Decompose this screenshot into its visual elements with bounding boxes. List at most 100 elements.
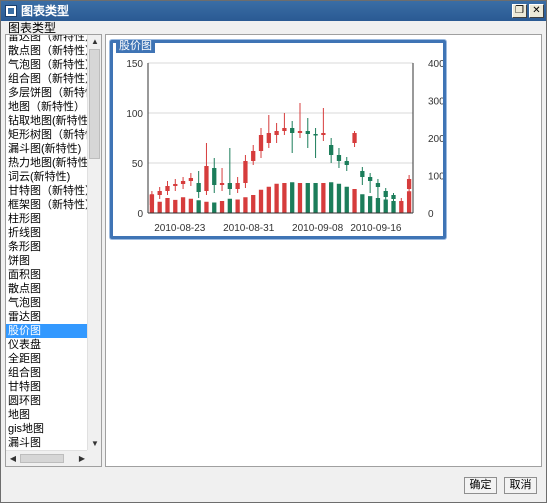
chart-type-item[interactable]: 圆环图 xyxy=(6,394,88,408)
volume-bar xyxy=(165,198,170,213)
candle-body xyxy=(196,183,201,192)
chart-type-item[interactable]: 折线图 xyxy=(6,226,88,240)
app-icon xyxy=(5,5,17,17)
chart-type-item[interactable]: 组合图（新特性） xyxy=(6,72,88,86)
volume-bar xyxy=(243,197,248,213)
chart-type-item[interactable]: 气泡图 xyxy=(6,296,88,310)
volume-bar xyxy=(180,197,186,213)
chart-type-item[interactable]: 全距图 xyxy=(6,352,88,366)
x-tick-label: 2010-08-23 xyxy=(154,223,206,234)
candle-body xyxy=(399,201,404,203)
chart-type-item[interactable]: 矩形树图（新特性） xyxy=(6,128,88,142)
chart-preview-panel: 0 50 100 150 0 100 200 300 400 2010-08-23 2010-08-… xyxy=(105,34,542,467)
chart-type-item[interactable]: 漏斗图(新特性) xyxy=(6,142,88,156)
candle-body xyxy=(274,131,279,135)
chart-type-dialog: 图表类型 ❐ ✕ 图表类型 雷达图（新特性） 散点图（新特性） 气泡图（新特性） 组合… xyxy=(0,0,547,503)
horizontal-scrollbar[interactable]: ◀ ▶ xyxy=(6,450,89,466)
chart-type-item[interactable]: gis地图 xyxy=(6,422,88,436)
chart-type-item[interactable]: 散点图 xyxy=(6,282,88,296)
chart-preview-item[interactable]: 0 50 100 150 0 100 200 300 400 2010-08-23 2010-08-… xyxy=(110,40,446,239)
candle-body xyxy=(266,133,271,143)
y-left-tick-label: 0 xyxy=(137,209,143,220)
candle-body xyxy=(336,155,342,161)
volume-bar xyxy=(344,186,349,213)
chart-type-item[interactable]: 甘特图（新特性） xyxy=(6,184,88,198)
volume-bar xyxy=(360,194,365,213)
scroll-left-icon[interactable]: ◀ xyxy=(6,451,20,466)
chart-type-item[interactable]: 组合图 xyxy=(6,366,88,380)
candle-body xyxy=(375,183,381,187)
chart-type-item[interactable]: 钻取地图(新特性) xyxy=(6,114,88,128)
candle-body xyxy=(212,168,217,185)
volume-bar xyxy=(383,199,388,213)
scroll-down-icon[interactable]: ▼ xyxy=(88,437,101,451)
chart-type-item[interactable]: 热力地图(新特性) xyxy=(6,156,88,170)
volume-bar xyxy=(290,182,295,213)
ok-button[interactable]: 确定 xyxy=(464,477,497,494)
candle-body xyxy=(173,184,178,186)
candle-body xyxy=(243,161,248,183)
volume-bar xyxy=(313,183,318,213)
y-right-tick-label: 200 xyxy=(428,134,443,145)
volume-bar xyxy=(274,183,279,213)
close-button[interactable]: ✕ xyxy=(529,4,544,18)
chart-type-item[interactable]: 散点图（新特性） xyxy=(6,44,88,58)
y-left-tick-label: 100 xyxy=(126,109,143,120)
volume-bar xyxy=(375,198,381,213)
chart-type-item[interactable]: 条形图 xyxy=(6,240,88,254)
scroll-corner xyxy=(87,450,101,466)
chart-type-item[interactable]: 地图 xyxy=(6,408,88,422)
candle-body xyxy=(344,161,349,165)
candle-body xyxy=(227,183,232,189)
chart-type-item[interactable]: 股价图 xyxy=(6,324,88,338)
chart-type-item[interactable]: 气泡图（新特性） xyxy=(6,58,88,72)
chart-type-item[interactable]: 雷达图 xyxy=(6,310,88,324)
volume-bar xyxy=(157,201,162,213)
candle-body xyxy=(321,133,326,135)
chart-type-item[interactable]: 柱形图 xyxy=(6,212,88,226)
candle-body xyxy=(290,128,295,133)
volume-bar xyxy=(352,189,357,213)
scroll-up-icon[interactable]: ▲ xyxy=(88,35,101,49)
chart-type-item[interactable]: 雷达图（新特性） xyxy=(6,35,88,44)
volume-bar xyxy=(235,199,240,213)
x-tick-label: 2010-09-16 xyxy=(350,223,402,234)
title-bar: 图表类型 ❐ ✕ xyxy=(1,1,546,21)
stock-chart: 0 50 100 150 0 100 200 300 400 2010-08-23 2010-08-… xyxy=(126,59,443,234)
candle-body xyxy=(180,181,186,184)
y-right-tick-label: 0 xyxy=(428,209,434,220)
candle-body xyxy=(297,131,303,133)
candle-body xyxy=(313,134,318,136)
chart-type-item[interactable]: 饼图 xyxy=(6,254,88,268)
chart-type-item[interactable]: 甘特图 xyxy=(6,380,88,394)
chart-type-item[interactable]: 面积图 xyxy=(6,268,88,282)
candle-body xyxy=(149,195,155,205)
chart-type-item[interactable]: 仪表盘 xyxy=(6,338,88,352)
volume-bar xyxy=(227,198,232,213)
chart-type-item[interactable]: 漏斗图 xyxy=(6,436,88,450)
volume-bar xyxy=(258,189,264,213)
chart-type-item[interactable]: 多层饼图（新特性） xyxy=(6,86,88,100)
vertical-scrollbar[interactable]: ▲ ▼ xyxy=(87,35,101,451)
chart-type-item[interactable]: 框架图（新特性） xyxy=(6,198,88,212)
candle-body xyxy=(157,191,162,195)
horizontal-scroll-thumb[interactable] xyxy=(20,454,64,463)
candle-body xyxy=(329,145,334,155)
chart-type-list[interactable]: 雷达图（新特性）散点图（新特性）气泡图（新特性）组合图（新特性）多层饼图（新特性… xyxy=(5,34,102,467)
chart-type-list-items: 雷达图（新特性）散点图（新特性）气泡图（新特性）组合图（新特性）多层饼图（新特性… xyxy=(6,35,88,450)
volume-bar xyxy=(266,186,271,213)
candle-body xyxy=(219,183,225,185)
vertical-scroll-thumb[interactable] xyxy=(89,49,100,159)
candle-body xyxy=(204,166,209,191)
volume-bar xyxy=(336,183,342,213)
y-right-tick-label: 300 xyxy=(428,97,443,108)
y-left-tick-label: 50 xyxy=(132,159,144,170)
restore-button[interactable]: ❐ xyxy=(512,4,527,18)
cancel-button[interactable]: 取消 xyxy=(504,477,537,494)
chart-type-item[interactable]: 词云(新特性) xyxy=(6,170,88,184)
window-title: 图表类型 xyxy=(21,4,70,18)
y-right-tick-label: 400 xyxy=(428,59,443,70)
candle-body xyxy=(251,151,256,161)
y-right-tick-label: 100 xyxy=(428,172,443,183)
chart-type-item[interactable]: 地图（新特性） xyxy=(6,100,88,114)
